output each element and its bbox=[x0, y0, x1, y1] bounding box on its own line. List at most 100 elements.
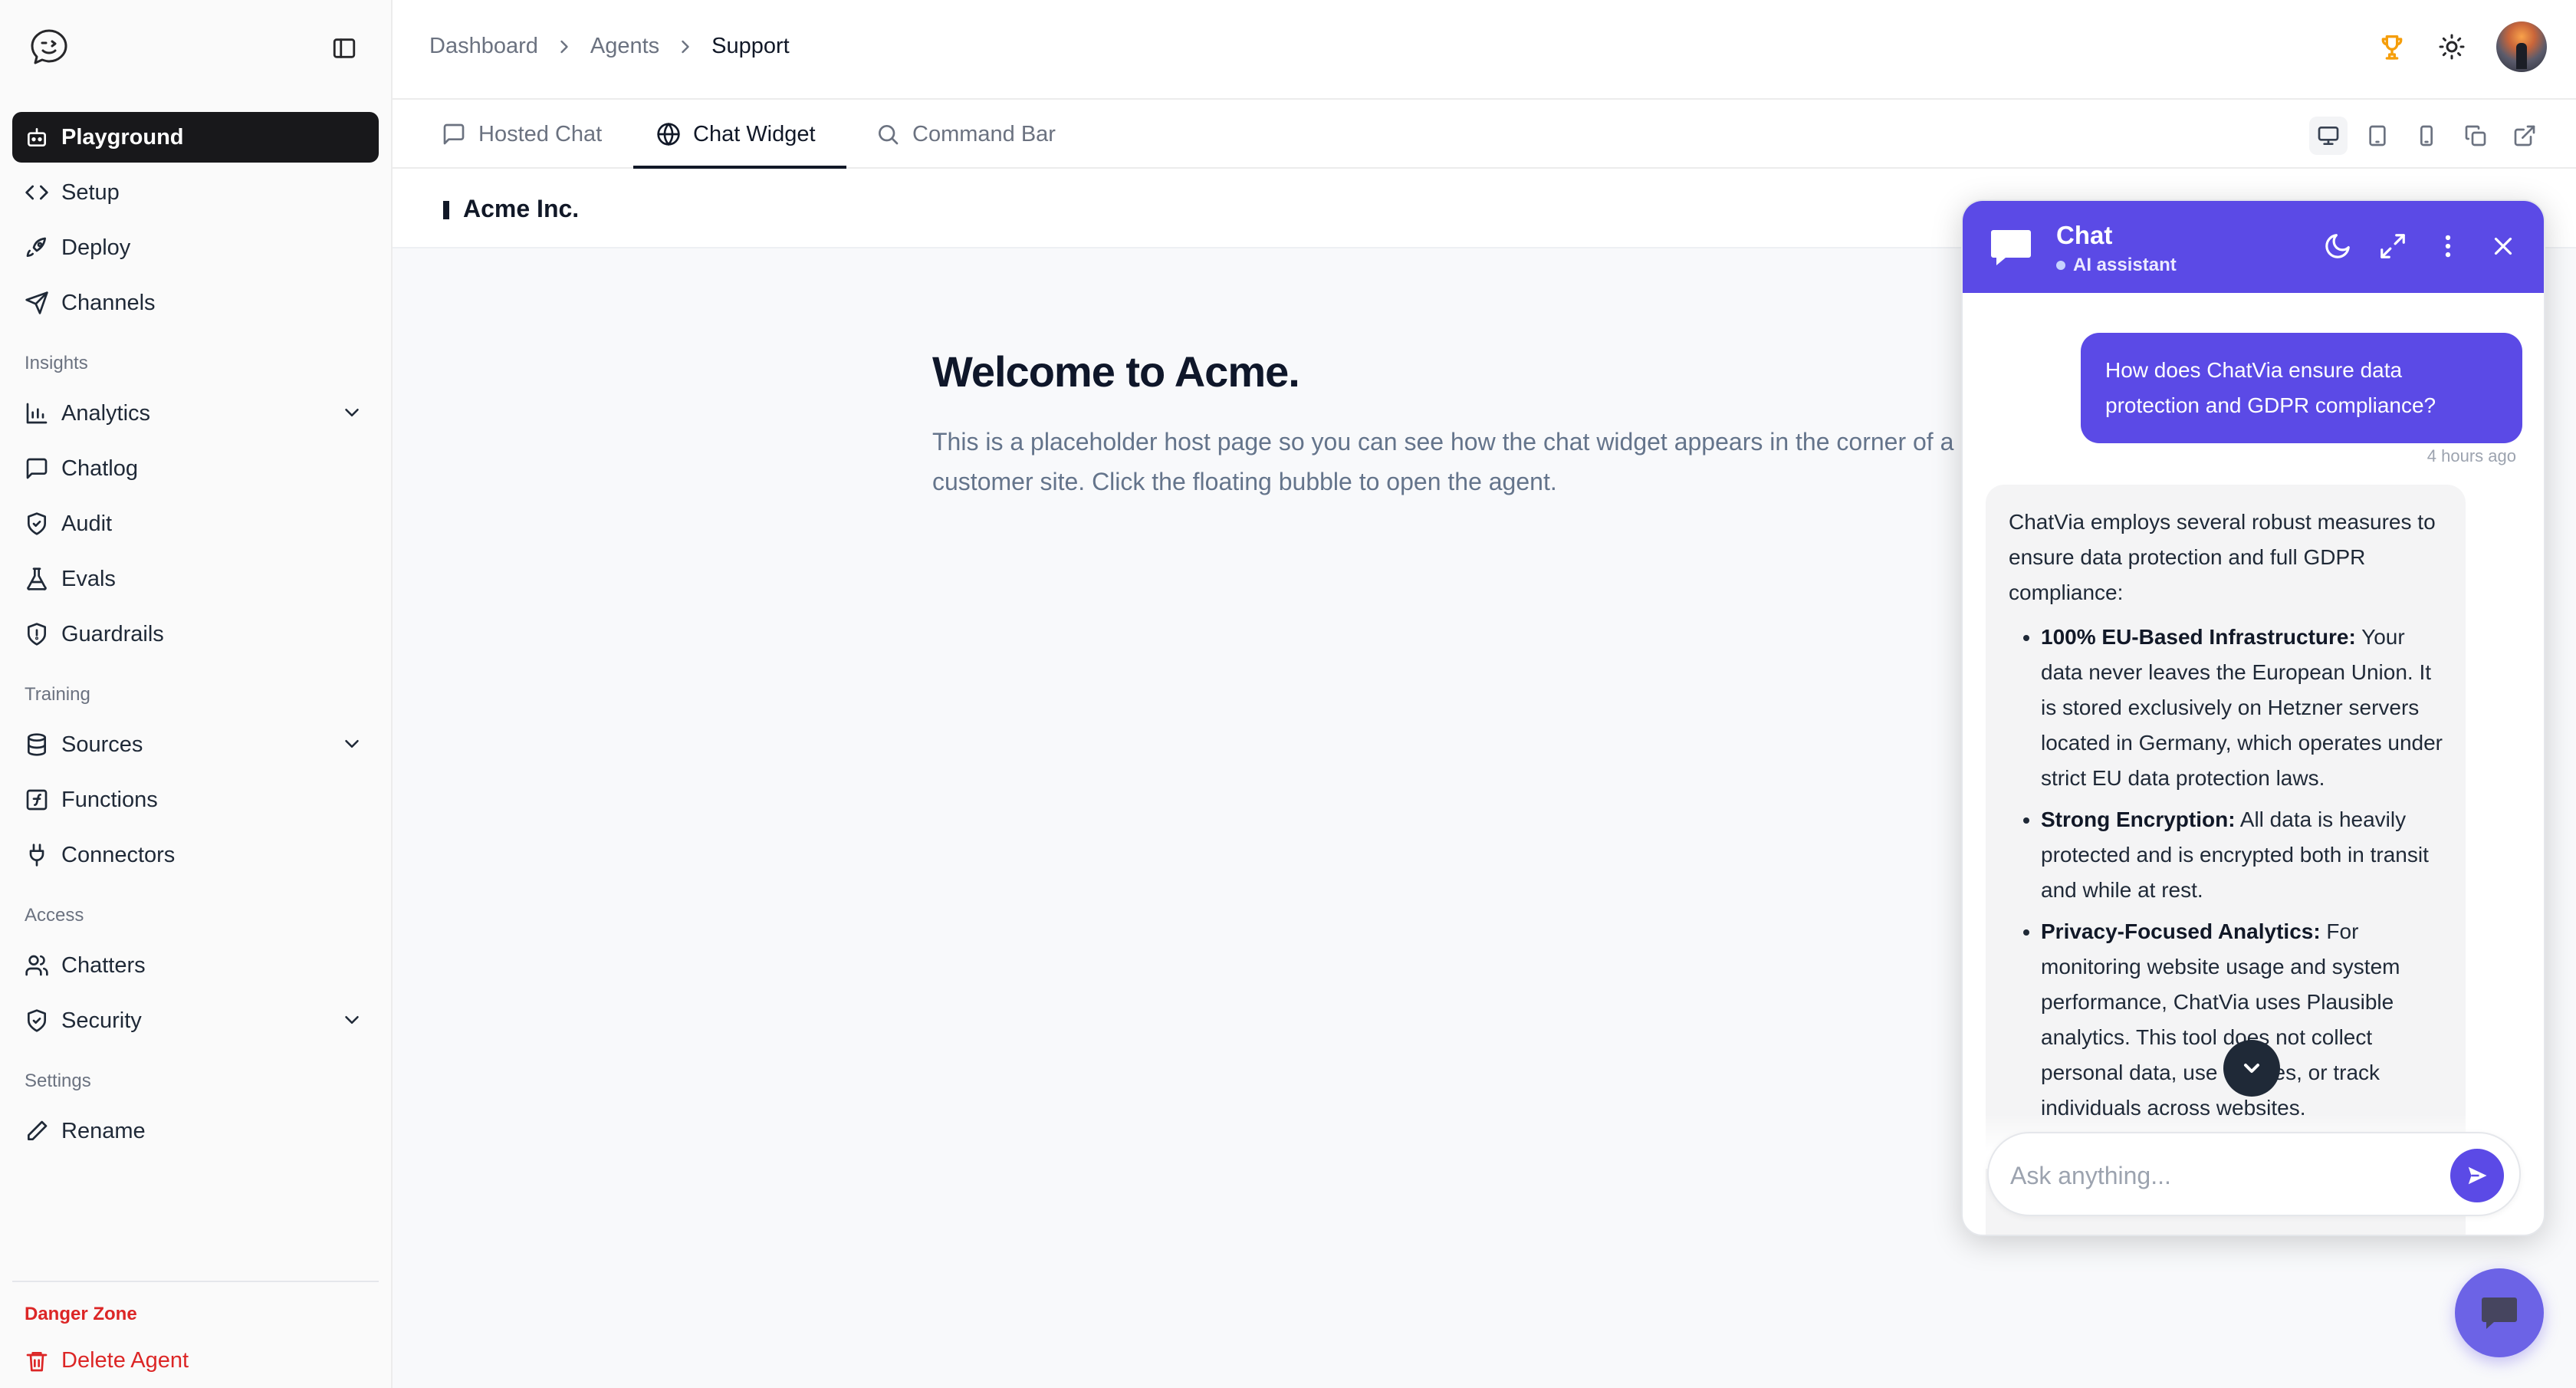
assistant-points: 100% EU-Based Infrastructure: Your data … bbox=[2009, 620, 2443, 1126]
preview-tabs: Hosted Chat Chat Widget Command Bar bbox=[393, 100, 2576, 169]
chat-widget-actions bbox=[2323, 232, 2518, 261]
trophy-icon[interactable] bbox=[2377, 31, 2407, 62]
sidebar: Playground Setup Deploy Channels Insight… bbox=[0, 0, 393, 1388]
tab-chat-widget[interactable]: Chat Widget bbox=[656, 100, 816, 169]
chat-launcher-bubble[interactable] bbox=[2455, 1268, 2544, 1357]
sidebar-item-label: Chatlog bbox=[61, 456, 138, 481]
chevron-down-icon[interactable] bbox=[340, 1008, 363, 1031]
host-site-name: Acme Inc. bbox=[463, 195, 580, 222]
expand-icon[interactable] bbox=[2378, 232, 2407, 261]
mobile-view-button[interactable] bbox=[2407, 117, 2446, 155]
more-vertical-icon[interactable] bbox=[2433, 232, 2463, 261]
sidebar-item-channels[interactable]: Channels bbox=[12, 278, 379, 328]
sidebar-item-analytics[interactable]: Analytics bbox=[12, 388, 379, 439]
message-square-icon bbox=[26, 458, 48, 479]
chevron-right-icon bbox=[682, 40, 689, 53]
chat-widget-subtitle-text: AI assistant bbox=[2073, 255, 2177, 275]
close-icon[interactable] bbox=[2489, 232, 2518, 261]
tab-command-bar[interactable]: Command Bar bbox=[876, 100, 1056, 169]
divider bbox=[12, 1281, 379, 1282]
assistant-intro: ChatVia employs several robust measures … bbox=[2009, 510, 2436, 604]
sidebar-item-setup[interactable]: Setup bbox=[12, 167, 379, 218]
sidebar-item-chatlog[interactable]: Chatlog bbox=[12, 443, 379, 494]
bar-chart-icon bbox=[26, 403, 48, 424]
function-icon bbox=[26, 789, 48, 811]
sidebar-item-security[interactable]: Security bbox=[12, 995, 379, 1046]
sun-icon[interactable] bbox=[2438, 33, 2466, 61]
send-button[interactable] bbox=[2450, 1149, 2504, 1202]
send-icon bbox=[25, 291, 48, 314]
breadcrumb-dashboard[interactable]: Dashboard bbox=[429, 34, 538, 59]
list-item: Strong Encryption: All data is heavily p… bbox=[2041, 802, 2443, 908]
tab-label: Hosted Chat bbox=[478, 121, 603, 146]
chat-input[interactable] bbox=[2010, 1156, 2424, 1195]
chat-widget-window: Chat AI assistant How does ChatVia ensur… bbox=[1961, 199, 2545, 1236]
tab-label: Command Bar bbox=[912, 121, 1056, 146]
chat-wink-logo[interactable] bbox=[28, 26, 71, 69]
sidebar-item-chatters[interactable]: Chatters bbox=[12, 940, 379, 991]
sidebar-item-label: Channels bbox=[61, 290, 156, 315]
host-welcome-body: This is a placeholder host page so you c… bbox=[932, 428, 1954, 495]
sidebar-item-sources[interactable]: Sources bbox=[12, 719, 379, 770]
tab-label: Chat Widget bbox=[693, 121, 816, 146]
point-text: For monitoring website usage and system … bbox=[2041, 919, 2400, 1120]
moon-icon[interactable] bbox=[2323, 232, 2352, 261]
search-icon bbox=[879, 125, 899, 145]
message-square-icon bbox=[443, 123, 465, 145]
bot-icon bbox=[28, 128, 46, 146]
top-header: Dashboard Agents Support bbox=[393, 0, 2576, 100]
chat-widget-header: Chat AI assistant bbox=[1963, 201, 2544, 293]
sidebar-item-evals[interactable]: Evals bbox=[12, 554, 379, 604]
breadcrumb-current: Support bbox=[711, 34, 790, 58]
tab-hosted-chat[interactable]: Hosted Chat bbox=[442, 100, 602, 169]
status-dot bbox=[2056, 261, 2065, 270]
sidebar-item-label: Connectors bbox=[61, 842, 176, 867]
shield-check-icon bbox=[28, 512, 46, 535]
desktop-view-button[interactable] bbox=[2309, 117, 2348, 155]
database-icon bbox=[28, 733, 46, 756]
avatar[interactable] bbox=[2496, 21, 2547, 72]
group-title-insights: Insights bbox=[25, 353, 88, 373]
chevron-down-icon[interactable] bbox=[340, 732, 363, 755]
group-title-training: Training bbox=[25, 684, 90, 705]
desktop-icon bbox=[2318, 127, 2339, 145]
list-item: 100% EU-Based Infrastructure: Your data … bbox=[2041, 620, 2443, 796]
point-title: Privacy-Focused Analytics: bbox=[2041, 919, 2321, 943]
message-timestamp: 4 hours ago bbox=[2426, 446, 2516, 465]
sidebar-item-guardrails[interactable]: Guardrails bbox=[12, 609, 379, 659]
sidebar-item-rename[interactable]: Rename bbox=[12, 1106, 379, 1156]
sidebar-item-audit[interactable]: Audit bbox=[12, 498, 379, 549]
message-composer bbox=[1987, 1132, 2521, 1216]
sidebar-panel-icon[interactable] bbox=[331, 35, 357, 61]
delete-agent-button[interactable]: Delete Agent bbox=[25, 1348, 189, 1373]
sidebar-item-label: Rename bbox=[61, 1118, 146, 1143]
chevron-down-icon[interactable] bbox=[340, 401, 363, 424]
breadcrumb-agents[interactable]: Agents bbox=[590, 34, 659, 59]
rocket-icon bbox=[26, 237, 46, 257]
host-welcome-title: Welcome to Acme. bbox=[932, 347, 1300, 396]
globe-icon bbox=[657, 123, 680, 146]
user-message: How does ChatVia ensure data protection … bbox=[2081, 333, 2522, 443]
pencil-icon bbox=[28, 1120, 48, 1140]
chat-widget-subtitle: AI assistant bbox=[2056, 255, 2177, 276]
open-external-button[interactable] bbox=[2505, 117, 2544, 155]
point-title: Strong Encryption: bbox=[2041, 807, 2236, 831]
point-title: 100% EU-Based Infrastructure: bbox=[2041, 625, 2356, 649]
sidebar-item-deploy[interactable]: Deploy bbox=[12, 222, 379, 273]
shield-icon bbox=[28, 623, 46, 646]
sidebar-item-label: Audit bbox=[61, 511, 113, 536]
sidebar-item-connectors[interactable]: Connectors bbox=[12, 830, 379, 880]
chat-bubble-icon bbox=[2482, 1298, 2517, 1329]
copy-button[interactable] bbox=[2456, 117, 2495, 155]
mobile-icon bbox=[2420, 125, 2433, 146]
sidebar-item-label: Security bbox=[61, 1008, 142, 1033]
code-icon bbox=[25, 185, 48, 200]
group-title-access: Access bbox=[25, 905, 84, 926]
sidebar-item-label: Deploy bbox=[61, 235, 131, 260]
tablet-view-button[interactable] bbox=[2358, 117, 2397, 155]
sidebar-item-label: Functions bbox=[61, 787, 158, 812]
sidebar-item-functions[interactable]: Functions bbox=[12, 775, 379, 825]
users-icon bbox=[25, 955, 48, 976]
sidebar-item-playground[interactable]: Playground bbox=[12, 112, 379, 163]
scroll-to-bottom-button[interactable] bbox=[2223, 1040, 2280, 1097]
